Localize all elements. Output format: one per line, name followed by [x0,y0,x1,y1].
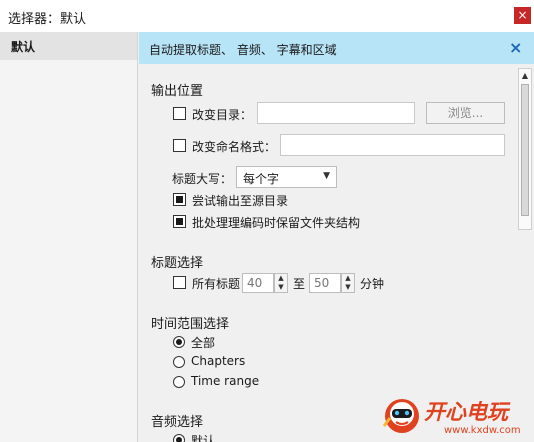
chevron-down-icon[interactable]: ▼ [342,283,354,292]
browse-button[interactable]: 浏览... [426,102,505,124]
max-duration-stepper[interactable]: ▲ ▼ [341,273,355,293]
banner-text: 自动提取标题、 音频、 字幕和区域 [149,43,337,57]
scroll-thumb[interactable] [521,84,529,216]
name-format-input[interactable] [280,134,505,156]
chevron-down-icon: ▼ [323,171,330,181]
chevron-up-icon[interactable]: ▲ [275,274,287,283]
chevron-down-icon[interactable]: ▼ [275,283,287,292]
time-range-heading: 时间范围选择 [151,317,230,332]
info-banner: 自动提取标题、 音频、 字幕和区域 × [139,32,534,64]
audio-default-radio[interactable] [173,434,185,442]
banner-close-icon[interactable]: × [509,38,522,57]
min-duration-stepper[interactable]: ▲ ▼ [274,273,288,293]
sidebar-item-default[interactable]: 默认 [0,32,137,60]
try-source-label: 尝试输出至源目录 [192,194,289,208]
title-case-select[interactable]: 每个字 ▼ [236,166,337,188]
minutes-unit-label: 分钟 [360,277,385,291]
site-watermark: 开心电玩 www.kxdw.com [378,392,534,442]
settings-panel: 自动提取标题、 音频、 字幕和区域 × 输出位置 改变目录： 浏览... 改变命… [139,32,534,442]
to-label: 至 [293,277,306,291]
scroll-up-icon[interactable]: ▲ [519,69,531,83]
audio-heading: 音频选择 [151,415,204,430]
window-title: 选择器：默认 [8,12,87,27]
title-case-value: 每个字 [243,172,280,186]
range-time-label: Time range [191,374,260,388]
title-select-heading: 标题选择 [151,256,204,271]
chevron-up-icon[interactable]: ▲ [342,274,354,283]
range-time-radio[interactable] [173,376,185,388]
keep-structure-checkbox[interactable] [173,215,186,228]
all-titles-checkbox[interactable] [173,276,186,289]
range-chapters-radio[interactable] [173,356,185,368]
output-heading: 输出位置 [151,84,204,99]
title-case-label: 标题大写： [172,172,233,186]
output-dir-input[interactable] [257,102,415,124]
window-close-button[interactable]: × [514,7,531,24]
change-dir-label: 改变目录： [192,108,253,122]
try-source-checkbox[interactable] [173,193,186,206]
max-duration-input[interactable]: 50 [309,273,341,293]
min-duration-input[interactable]: 40 [242,273,274,293]
range-all-radio[interactable] [173,336,185,348]
watermark-text: 开心电玩 [424,400,508,424]
preset-sidebar: 默认 [0,32,138,442]
audio-default-label: 默认 [191,434,216,442]
range-all-label: 全部 [191,336,216,350]
change-dir-checkbox[interactable] [173,107,186,120]
range-chapters-label: Chapters [191,354,246,368]
title-bar: 选择器：默认 × [0,0,534,32]
change-name-checkbox[interactable] [173,139,186,152]
keep-structure-label: 批处理理编码时保留文件夹结构 [192,216,361,230]
all-titles-label: 所有标题 [192,277,241,291]
watermark-url: www.kxdw.com [444,425,521,436]
vertical-scrollbar[interactable]: ▲ [518,68,532,230]
change-name-label: 改变命名格式： [192,140,277,154]
